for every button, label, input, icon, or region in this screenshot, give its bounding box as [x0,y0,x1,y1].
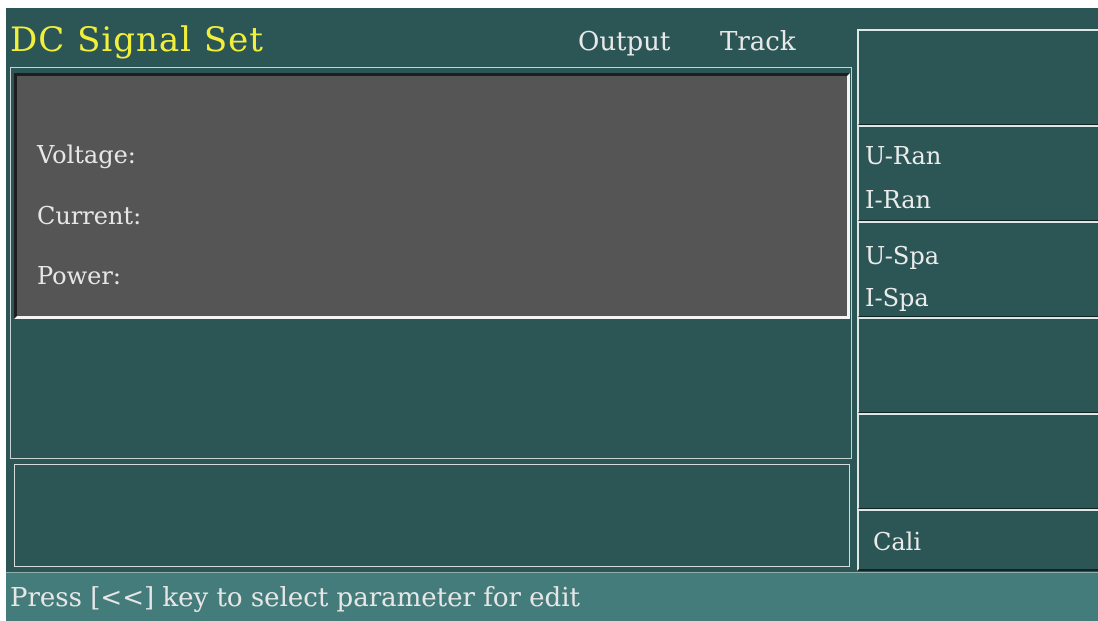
u-span-label: U-Spa [865,242,940,270]
page-title: DC Signal Set [10,20,264,60]
softkey-blank-top[interactable] [857,29,1098,126]
current-label[interactable]: Current: [37,201,141,231]
u-range-label: U-Ran [865,142,942,170]
softkey-blank-4[interactable] [857,317,1098,414]
power-label[interactable]: Power: [37,261,121,291]
instrument-screen: DC Signal Set Output Track Voltage: Curr… [0,0,1098,621]
softkey-range[interactable]: U-Ran I-Ran [857,125,1098,222]
cali-label: Cali [873,528,922,556]
i-span-label: I-Spa [865,284,929,312]
message-box [14,464,850,567]
softkey-cali[interactable]: Cali [857,509,1098,571]
voltage-label[interactable]: Voltage: [37,140,136,170]
track-label[interactable]: Track [720,26,796,58]
parameter-display: Voltage: Current: Power: [14,73,850,319]
status-bar: Press [<<] key to select parameter for e… [6,572,1098,621]
status-hint: Press [<<] key to select parameter for e… [10,583,580,613]
main-panel: DC Signal Set Output Track Voltage: Curr… [6,8,1098,621]
softkey-span[interactable]: U-Spa I-Spa [857,221,1098,318]
softkey-blank-5[interactable] [857,413,1098,510]
i-range-label: I-Ran [865,186,931,214]
output-label[interactable]: Output [578,26,670,58]
